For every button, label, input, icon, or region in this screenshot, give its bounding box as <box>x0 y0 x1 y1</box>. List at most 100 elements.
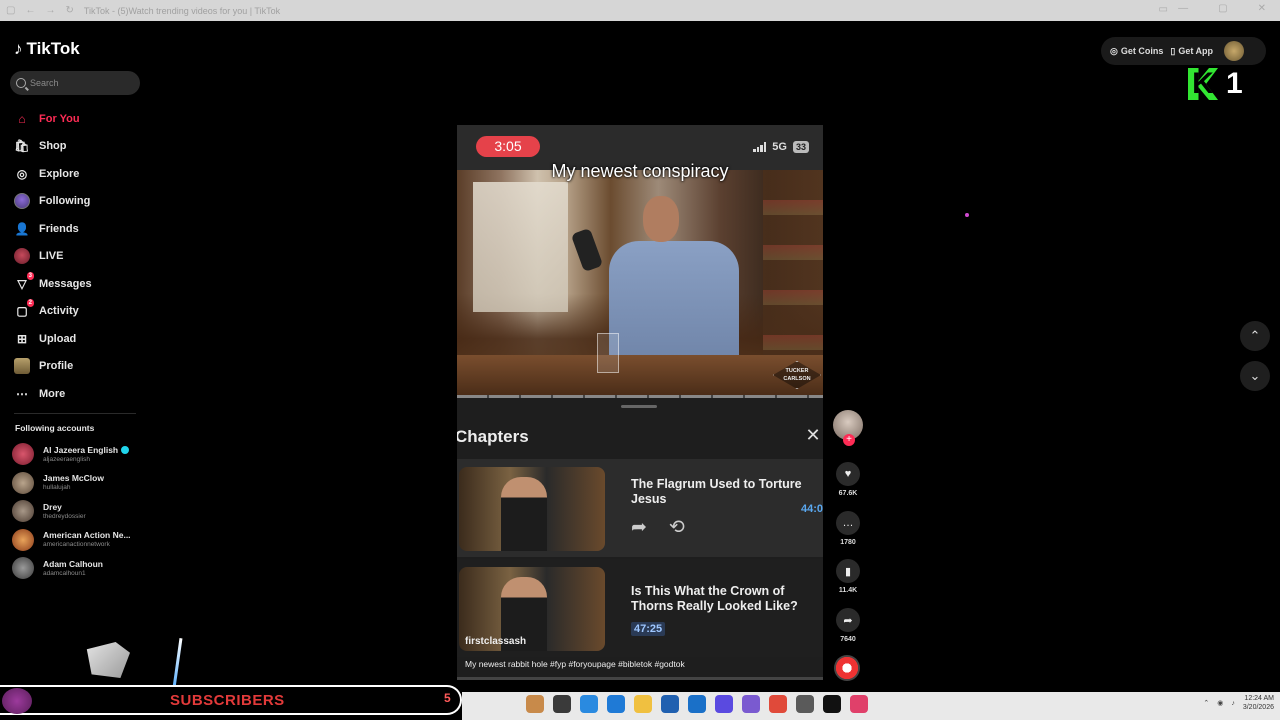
taskbar-clock[interactable]: 12:24 AM 3/20/2026 <box>1243 694 1274 712</box>
share-button[interactable]: ➦ 7640 <box>835 608 861 643</box>
account-item[interactable]: Al Jazeera English aljazeeraenglish <box>12 440 147 469</box>
account-item[interactable]: Adam Calhoun adamcalhoun1 <box>12 554 147 583</box>
video-author[interactable]: firstclassash <box>465 636 526 647</box>
clock-time: 12:24 AM <box>1244 695 1274 702</box>
tiktok-app-icon[interactable] <box>823 695 841 713</box>
sidebar-item-following[interactable]: Following <box>14 188 144 216</box>
sidebar-item-profile[interactable]: Profile <box>14 353 144 381</box>
kick-overlay-badge: K 1 <box>1188 67 1243 101</box>
maximize-icon[interactable]: ▢ <box>1218 3 1227 14</box>
speaker-head <box>643 196 679 242</box>
sidebar-item-label: Profile <box>39 360 74 373</box>
share-arrow-icon[interactable]: ➦ <box>631 516 647 539</box>
task-view-icon[interactable] <box>553 695 571 713</box>
like-button[interactable]: ♥ 67.6K <box>835 462 861 497</box>
discord-icon[interactable] <box>742 695 760 713</box>
sidebar-item-live[interactable]: LIVE <box>14 243 144 271</box>
chevron-up-icon: ⌃ <box>1249 328 1261 343</box>
avatar <box>12 443 34 466</box>
video-frame <box>457 170 823 395</box>
get-app-label: Get App <box>1178 46 1213 56</box>
video-progress-bar[interactable] <box>457 677 823 680</box>
account-item[interactable]: James McClow hullalujah <box>12 469 147 498</box>
get-coins-label: Get Coins <box>1120 46 1164 56</box>
avatar <box>12 500 34 523</box>
taskbar-apps <box>526 695 868 713</box>
account-item[interactable]: American Action Ne... americanactionnetw… <box>12 526 147 555</box>
save-button[interactable]: ▮ 11.4K <box>835 559 861 594</box>
sidebar-item-explore[interactable]: ◎ Explore <box>14 160 144 188</box>
chapters-title: Chapters <box>457 427 529 446</box>
account-name: James McClow <box>43 473 104 484</box>
comment-button[interactable]: … 1780 <box>835 511 861 546</box>
avatar <box>12 528 34 551</box>
share-icon: ➦ <box>836 608 860 632</box>
account-handle: americanactionnetwork <box>43 541 110 549</box>
messages-badge: 3 <box>26 271 34 280</box>
network-label: 5G <box>772 141 787 153</box>
minimize-icon[interactable]: — <box>1178 3 1188 14</box>
sidebar-item-more[interactable]: ⋯ More <box>14 380 144 408</box>
home-icon: ⌂ <box>18 111 26 126</box>
sidebar-item-messages[interactable]: ▽ 3 Messages <box>14 270 144 298</box>
save-count: 11.4K <box>838 587 858 594</box>
sidebar-toggle-icon[interactable]: ▭ <box>1159 4 1168 15</box>
close-window-icon[interactable]: ✕ <box>1258 3 1266 14</box>
browser-title-bar: ▢ ← → ↻ TikTok - (5)Watch trending video… <box>0 0 1280 21</box>
edge-browser-icon[interactable] <box>607 695 625 713</box>
thumbnail-figure <box>501 477 547 551</box>
sidebar-divider <box>14 413 136 414</box>
sidebar-item-shop[interactable]: 🛍 Shop <box>14 133 144 161</box>
get-coins-button[interactable]: ◎ Get Coins <box>1110 46 1163 57</box>
next-video-button[interactable]: ⌄ <box>1240 361 1270 391</box>
close-icon[interactable]: ✕ <box>805 426 821 444</box>
search-input[interactable] <box>30 78 130 88</box>
battery-icon: 33 <box>792 141 809 153</box>
following-accounts-list: Al Jazeera English aljazeeraenglish Jame… <box>12 440 147 583</box>
outlook-icon[interactable] <box>688 695 706 713</box>
bookmark-icon: ▮ <box>836 559 860 583</box>
store-app-icon[interactable] <box>661 695 679 713</box>
repost-icon[interactable]: ⟲ <box>669 516 685 539</box>
reload-icon[interactable]: ↻ <box>65 5 73 16</box>
water-glass <box>597 333 619 373</box>
video-chapter-progress[interactable] <box>457 395 823 398</box>
tiktok-logo[interactable]: ♪ TikTok <box>14 39 80 59</box>
comment-icon: … <box>836 511 860 535</box>
tab-overview-icon[interactable]: ▢ <box>6 5 15 16</box>
search-box[interactable] <box>10 71 140 95</box>
copilot-icon[interactable] <box>580 695 598 713</box>
tiktok-active-app-icon[interactable] <box>850 695 868 713</box>
obs-icon[interactable] <box>796 695 814 713</box>
get-app-button[interactable]: ▯ Get App <box>1170 46 1213 57</box>
sidebar-item-upload[interactable]: ⊞ Upload <box>14 325 144 353</box>
account-handle: thedreydossier <box>43 512 86 520</box>
mouse-cursor <box>965 213 969 217</box>
account-item[interactable]: Drey thedreydossier <box>12 497 147 526</box>
weather-app-icon[interactable] <box>526 695 544 713</box>
like-count: 67.6K <box>838 490 858 497</box>
sidebar-item-friends[interactable]: 👤 Friends <box>14 215 144 243</box>
file-explorer-icon[interactable] <box>634 695 652 713</box>
activity-badge: 2 <box>26 299 34 308</box>
follow-plus-icon[interactable]: + <box>843 434 855 446</box>
tray-expand-icon[interactable]: ⌃ <box>1203 699 1209 707</box>
previous-video-button[interactable]: ⌃ <box>1240 321 1270 351</box>
network-icon[interactable]: ◉ <box>1217 699 1223 707</box>
user-avatar[interactable] <box>1224 41 1244 61</box>
back-icon[interactable]: ← <box>25 5 35 16</box>
volume-icon[interactable]: ♪ <box>1231 700 1235 707</box>
teams-icon[interactable] <box>715 695 733 713</box>
plus-box-icon: ⊞ <box>16 331 28 346</box>
sheet-drag-handle[interactable] <box>621 405 657 408</box>
heart-icon: ♥ <box>836 462 860 486</box>
whiteboard <box>473 182 568 312</box>
sidebar-item-for-you[interactable]: ⌂ For You <box>14 105 144 133</box>
forward-icon[interactable]: → <box>45 5 55 16</box>
recorder-app-icon[interactable] <box>769 695 787 713</box>
sidebar-item-activity[interactable]: ▢ 2 Activity <box>14 298 144 326</box>
music-disc-icon[interactable] <box>834 655 860 681</box>
video-player[interactable]: 3:05 5G 33 My newest conspiracy TUCKER C… <box>457 125 823 680</box>
subscribers-count: 5 <box>444 691 451 705</box>
chapter-item[interactable]: The Flagrum Used to Torture Jesus ➦ ⟲ 44… <box>457 459 823 557</box>
